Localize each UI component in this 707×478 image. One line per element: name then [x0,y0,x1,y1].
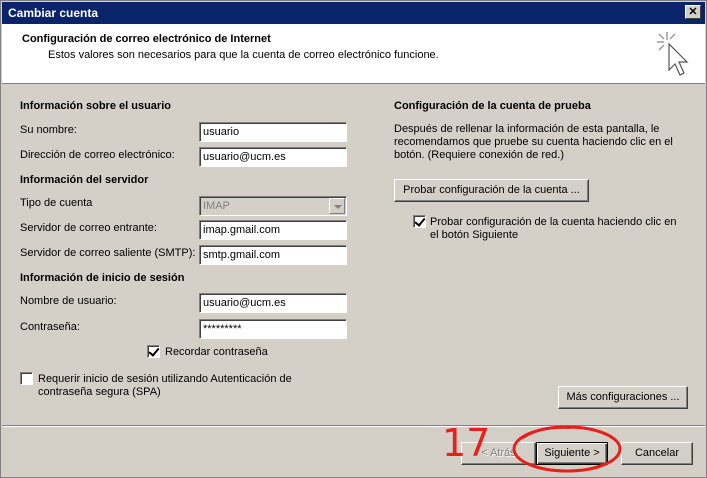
server-info-heading: Información del servidor [20,174,149,186]
more-settings-button[interactable]: Más configuraciones ... [558,386,688,409]
account-type-value: IMAP [203,200,230,212]
chevron-down-icon [329,198,345,214]
cancel-button[interactable]: Cancelar [621,442,693,465]
incoming-server-input[interactable]: imap.gmail.com [199,220,347,240]
spa-label-line1[interactable]: Requerir inicio de sesión utilizando Aut… [38,373,292,385]
user-info-heading: Información sobre el usuario [20,100,171,112]
auto-test-label-line2[interactable]: el botón Siguiente [430,229,518,241]
email-input[interactable]: usuario@ucm.es [199,147,347,167]
footer-divider [2,425,705,427]
remember-password-checkbox[interactable] [147,345,160,358]
test-account-button[interactable]: Probar configuración de la cuenta ... [394,179,589,202]
dialog-header: Configuración de correo electrónico de I… [2,24,705,84]
next-button[interactable]: Siguiente > [536,442,608,465]
test-settings-description: Después de rellenar la información de es… [394,123,673,161]
logon-info-heading: Información de inicio de sesión [20,272,185,284]
auto-test-checkbox[interactable] [413,215,426,228]
window-title: Cambiar cuenta [8,6,99,20]
title-bar: Cambiar cuenta ✕ [2,2,705,24]
account-type-select: IMAP [199,196,347,216]
password-input[interactable]: ********* [199,319,347,339]
close-button[interactable]: ✕ [685,5,701,19]
username-input[interactable]: usuario@ucm.es [199,293,347,313]
outgoing-server-input[interactable]: smtp.gmail.com [199,245,347,265]
header-title: Configuración de correo electrónico de I… [22,33,271,45]
header-subtitle: Estos valores son necesarios para que la… [48,49,439,61]
email-label: Dirección de correo electrónico: [20,149,175,161]
test-settings-heading: Configuración de la cuenta de prueba [394,100,591,112]
cursor-sparkle-icon [657,32,689,76]
name-label: Su nombre: [20,124,77,136]
annotation-step-number: 17 [442,421,491,465]
username-label: Nombre de usuario: [20,295,117,307]
auto-test-label-line1[interactable]: Probar configuración de la cuenta hacien… [430,216,676,228]
change-account-dialog: Cambiar cuenta ✕ Configuración de correo… [0,0,707,478]
spa-checkbox[interactable] [20,372,33,385]
outgoing-server-label: Servidor de correo saliente (SMTP): [20,247,196,259]
account-type-label: Tipo de cuenta [20,197,93,209]
remember-password-label[interactable]: Recordar contraseña [165,346,268,358]
incoming-server-label: Servidor de correo entrante: [20,222,157,234]
password-label: Contraseña: [20,321,80,333]
name-input[interactable]: usuario [199,122,347,142]
close-icon: ✕ [688,6,698,18]
spa-label-line2[interactable]: contraseña segura (SPA) [38,386,161,398]
